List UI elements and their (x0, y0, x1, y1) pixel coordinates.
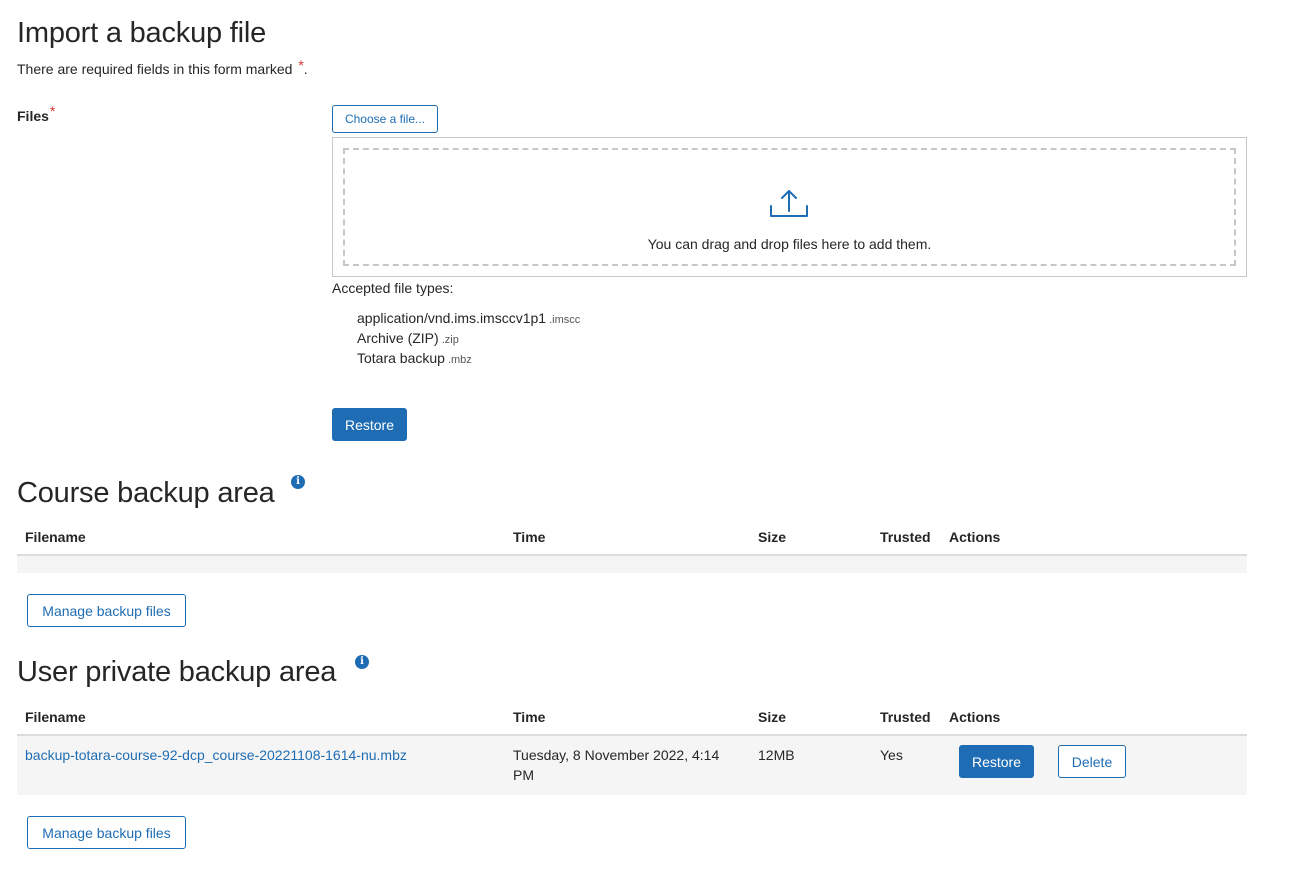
drop-text: You can drag and drop files here to add … (647, 236, 932, 252)
accepted-type-name: Archive (ZIP) (357, 330, 439, 346)
accepted-types-label: Accepted file types: (332, 280, 454, 296)
accepted-type-item: application/vnd.ims.imsccv1p1 .imscc (357, 310, 580, 326)
table-row: backup-totara-course-92-dcp_course-20221… (17, 736, 1247, 795)
accepted-type-ext: .mbz (447, 354, 472, 366)
backup-file-link[interactable]: backup-totara-course-92-dcp_course-20221… (25, 745, 407, 765)
column-header-actions: Actions (949, 709, 1001, 725)
required-note: There are required fields in this form m… (17, 57, 308, 77)
course-backup-title: Course backup area (17, 477, 275, 509)
accepted-type-name: Totara backup (357, 350, 445, 366)
user-backup-title: User private backup area (17, 656, 337, 688)
accepted-type-item: Archive (ZIP) .zip (357, 330, 459, 346)
column-header-trusted: Trusted (880, 529, 931, 545)
accepted-type-name: application/vnd.ims.imsccv1p1 (357, 310, 547, 326)
backup-trusted: Yes (880, 747, 903, 763)
required-star: * (298, 57, 304, 73)
column-header-trusted: Trusted (880, 709, 931, 725)
info-icon[interactable]: i (291, 475, 305, 489)
backup-size: 12MB (758, 747, 795, 763)
empty-table-row (17, 556, 1247, 573)
upload-icon (769, 188, 809, 222)
import-backup-page: Import a backup file There are required … (0, 0, 1301, 894)
files-label: Files* (17, 103, 55, 124)
file-dropzone[interactable]: You can drag and drop files here to add … (332, 137, 1247, 277)
column-header-filename: Filename (25, 529, 86, 545)
column-header-time: Time (513, 529, 546, 545)
column-header-size: Size (758, 529, 787, 545)
column-header-size: Size (758, 709, 787, 725)
required-note-period: . (303, 61, 308, 77)
restore-submit-button[interactable]: Restore (332, 408, 407, 441)
column-header-time: Time (513, 709, 546, 725)
choose-file-button[interactable]: Choose a file... (332, 105, 438, 133)
backup-time: Tuesday, 8 November 2022, 4:14 PM (513, 747, 720, 783)
page-title: Import a backup file (17, 17, 267, 49)
delete-backup-button[interactable]: Delete (1058, 745, 1126, 778)
manage-user-backup-button[interactable]: Manage backup files (27, 816, 186, 849)
files-required-star: * (49, 103, 56, 119)
files-label-text: Files (17, 108, 49, 124)
accepted-type-ext: .zip (441, 334, 459, 346)
required-note-text: There are required fields in this form m… (17, 61, 293, 77)
accepted-type-item: Totara backup .mbz (357, 350, 472, 366)
restore-backup-button[interactable]: Restore (959, 745, 1034, 778)
info-icon[interactable]: i (355, 655, 369, 669)
column-header-actions: Actions (949, 529, 1001, 545)
column-header-filename: Filename (25, 709, 86, 725)
manage-course-backup-button[interactable]: Manage backup files (27, 594, 186, 627)
accepted-type-ext: .imscc (549, 314, 581, 326)
